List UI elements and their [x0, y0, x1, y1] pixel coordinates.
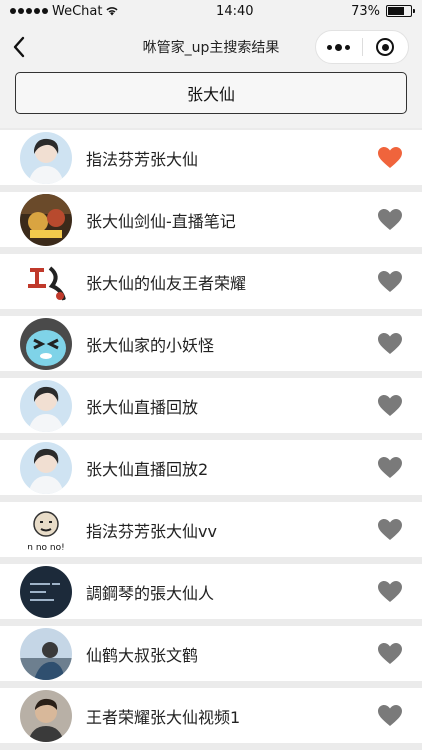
signal-icon [10, 8, 48, 14]
favorite-button[interactable] [375, 577, 405, 607]
result-item[interactable]: 张大仙剑仙-直播笔记 [0, 192, 422, 247]
svg-text:n no no!: n no no! [27, 543, 64, 553]
result-name: 指法芬芳张大仙vv [86, 521, 217, 541]
battery-percent: 73% [351, 3, 380, 19]
more-dots-icon [327, 43, 351, 51]
heart-icon [378, 518, 402, 540]
result-name: 仙鹤大叔张文鹤 [86, 645, 199, 665]
result-name: 指法芬芳张大仙 [86, 149, 199, 169]
avatar [20, 627, 72, 680]
result-name: 张大仙直播回放 [86, 397, 199, 417]
heart-icon [378, 642, 402, 664]
avatar [20, 255, 72, 308]
result-item[interactable]: 調鋼琴的張大仙人 [0, 564, 422, 619]
heart-icon [378, 146, 402, 168]
search-input[interactable]: 张大仙 [15, 72, 407, 114]
avatar [20, 565, 72, 618]
status-bar: WeChat 14:40 73% [0, 0, 422, 22]
status-left: WeChat [10, 3, 119, 19]
more-menu-button[interactable] [316, 31, 362, 63]
favorite-button[interactable] [375, 205, 405, 235]
heart-icon [378, 208, 402, 230]
result-item[interactable]: 王者荣耀张大仙视频1 [0, 688, 422, 743]
battery-fill [387, 7, 405, 15]
result-item[interactable]: 张大仙直播回放 [0, 378, 422, 433]
avatar [20, 689, 72, 742]
heart-icon [378, 270, 402, 292]
heart-icon [378, 704, 402, 726]
avatar [20, 193, 72, 246]
favorite-button[interactable] [375, 453, 405, 483]
result-item[interactable]: 张大仙的仙友王者荣耀 [0, 254, 422, 309]
favorite-button[interactable] [375, 329, 405, 359]
result-item[interactable]: 指法芬芳张大仙 [0, 130, 422, 185]
battery-icon [385, 5, 415, 17]
avatar: n no no! [20, 503, 72, 556]
back-button[interactable] [2, 30, 36, 64]
wifi-icon [106, 7, 119, 16]
favorite-button[interactable] [375, 143, 405, 173]
avatar [20, 131, 72, 184]
heart-icon [378, 394, 402, 416]
result-item[interactable]: 张大仙直播回放2 [0, 440, 422, 495]
result-name: 王者荣耀张大仙视频1 [86, 707, 241, 727]
favorite-button[interactable] [375, 639, 405, 669]
heart-icon [378, 456, 402, 478]
favorite-button[interactable] [375, 267, 405, 297]
favorite-button[interactable] [375, 701, 405, 731]
heart-icon [378, 580, 402, 602]
result-name: 张大仙的仙友王者荣耀 [86, 273, 247, 293]
result-name: 张大仙直播回放2 [86, 459, 209, 479]
avatar [20, 317, 72, 370]
avatar [20, 379, 72, 432]
mini-program-capsule [315, 30, 409, 64]
mini-program-close-icon [376, 38, 395, 56]
favorite-button[interactable] [375, 515, 405, 545]
heart-icon [378, 332, 402, 354]
result-name: 調鋼琴的張大仙人 [86, 583, 215, 603]
status-right: 73% [351, 3, 415, 19]
result-item[interactable]: 张大仙家的小妖怪 [0, 316, 422, 371]
carrier-label: WeChat [52, 3, 103, 19]
status-time: 14:40 [216, 3, 254, 19]
avatar [20, 441, 72, 494]
nav-bar: 咻管家_up主搜索结果 [0, 22, 422, 72]
chevron-left-icon [13, 36, 25, 58]
result-name: 张大仙家的小妖怪 [86, 335, 215, 355]
close-mini-program-button[interactable] [363, 31, 409, 63]
search-area: 张大仙 [0, 72, 422, 128]
favorite-button[interactable] [375, 391, 405, 421]
result-item[interactable]: n no no! 指法芬芳张大仙vv [0, 502, 422, 557]
result-item[interactable]: 仙鹤大叔张文鹤 [0, 626, 422, 681]
result-name: 张大仙剑仙-直播笔记 [86, 211, 236, 231]
result-list: 指法芬芳张大仙张大仙剑仙-直播笔记 张大仙的仙友王者荣耀 张大仙家的小妖怪 张大仙直播… [0, 130, 422, 743]
